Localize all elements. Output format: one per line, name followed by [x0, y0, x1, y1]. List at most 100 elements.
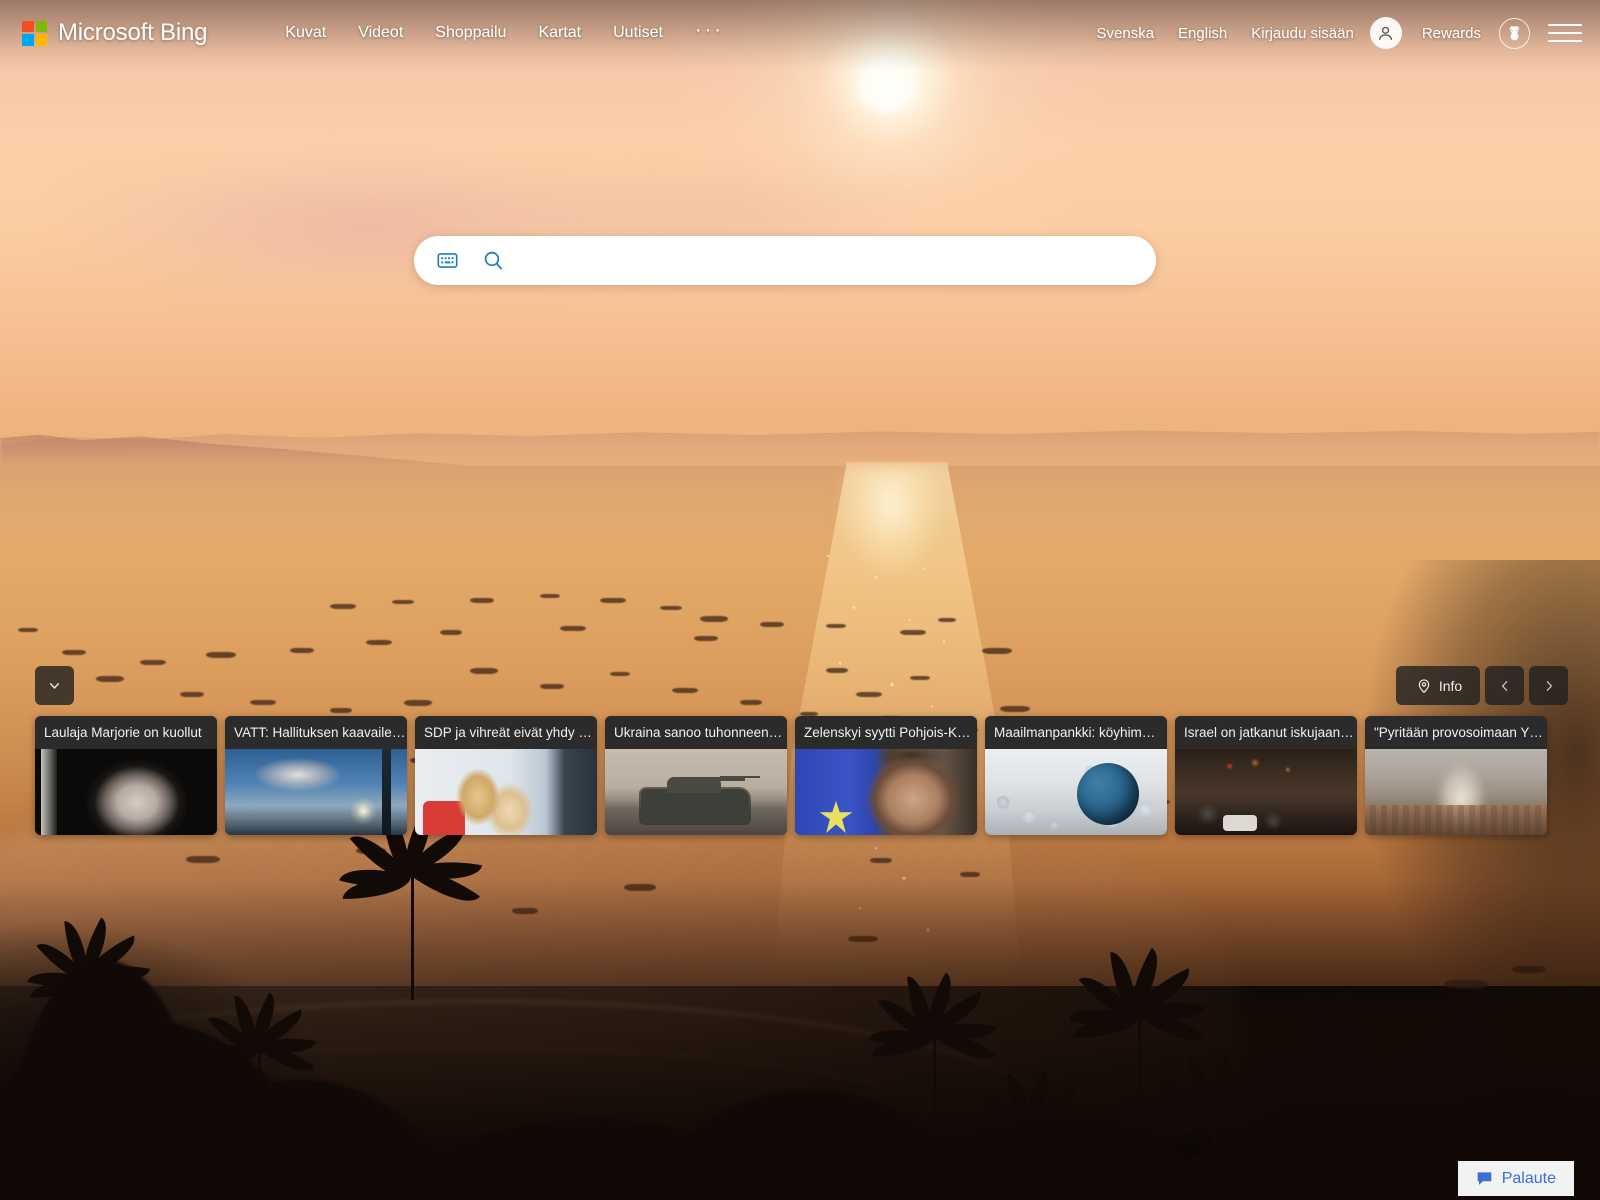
- previous-image-button[interactable]: [1485, 666, 1524, 705]
- hamburger-menu-icon[interactable]: [1548, 18, 1582, 48]
- boat: [440, 630, 462, 635]
- nav-news[interactable]: Uutiset: [597, 18, 679, 48]
- news-card[interactable]: Ukraina sanoo tuhonneen…: [605, 716, 787, 835]
- boat: [660, 606, 682, 610]
- chevron-right-icon: [1546, 680, 1552, 691]
- search-area: [414, 236, 1156, 285]
- boat: [140, 660, 166, 665]
- brand-logo[interactable]: Microsoft Bing: [22, 19, 207, 47]
- palm-tree: [868, 972, 998, 1130]
- boat: [700, 616, 728, 622]
- image-controls: Info: [1396, 666, 1568, 705]
- news-card[interactable]: Maailmanpankki: köyhim…: [985, 716, 1167, 835]
- site-header: Microsoft Bing Kuvat Videot Shoppailu Karta…: [0, 0, 1600, 66]
- boat: [366, 640, 392, 645]
- boat: [96, 676, 124, 682]
- news-card-thumbnail: [985, 749, 1167, 835]
- lang-svenska[interactable]: Svenska: [1085, 19, 1167, 48]
- news-card[interactable]: Zelenskyi syytti Pohjois-K…: [795, 716, 977, 835]
- boat: [610, 672, 630, 676]
- boat: [826, 668, 848, 673]
- boat: [470, 598, 494, 603]
- search-input[interactable]: [516, 236, 1156, 285]
- boat: [900, 630, 926, 635]
- news-card-title: SDP ja vihreät eivät yhdy …: [415, 716, 597, 749]
- boat: [540, 594, 560, 598]
- boat: [404, 700, 432, 706]
- news-card-title: VATT: Hallituksen kaavaile…: [225, 716, 407, 749]
- boat: [856, 692, 882, 697]
- palm-tree: [339, 805, 483, 1000]
- info-label: Info: [1438, 677, 1463, 694]
- news-card[interactable]: Israel on jatkanut iskujaan…: [1175, 716, 1357, 835]
- microsoft-logo-icon: [22, 20, 47, 46]
- news-card[interactable]: VATT: Hallituksen kaavaile…: [225, 716, 407, 835]
- news-card-thumbnail: [795, 749, 977, 835]
- boat: [470, 668, 498, 674]
- feedback-label: Palaute: [1501, 1169, 1556, 1187]
- nav-maps[interactable]: Kartat: [522, 18, 597, 48]
- collapse-news-button[interactable]: [35, 666, 74, 705]
- boat: [180, 692, 204, 697]
- boat: [938, 618, 956, 622]
- info-button[interactable]: Info: [1396, 666, 1480, 705]
- feedback-button[interactable]: Palaute: [1457, 1161, 1574, 1196]
- keyboard-icon[interactable]: [424, 249, 470, 272]
- chevron-left-icon: [1501, 680, 1507, 691]
- news-card-title: Maailmanpankki: köyhim…: [985, 716, 1167, 749]
- search-icon[interactable]: [470, 249, 516, 272]
- person-avatar-icon[interactable]: [1369, 17, 1402, 49]
- main-navigation: Kuvat Videot Shoppailu Kartat Uutiset ···: [269, 18, 740, 48]
- boat: [290, 648, 314, 653]
- location-pin-icon: [1418, 678, 1430, 693]
- palm-tree: [1068, 947, 1207, 1130]
- header-right-controls: Svenska English Kirjaudu sisään Rewards: [1085, 17, 1582, 49]
- news-card-thumbnail: [1175, 749, 1357, 835]
- news-card[interactable]: Laulaja Marjorie on kuollut: [35, 716, 217, 835]
- boat: [250, 700, 276, 705]
- news-card[interactable]: "Pyritään provosoimaan Y…: [1365, 716, 1547, 835]
- boat: [330, 604, 356, 609]
- news-card-thumbnail: [225, 749, 407, 835]
- nav-shopping[interactable]: Shoppailu: [419, 18, 522, 48]
- boat: [1000, 706, 1030, 712]
- boat: [826, 624, 846, 628]
- news-card-title: Ukraina sanoo tuhonneen…: [605, 716, 787, 749]
- news-card-thumbnail: [605, 749, 787, 835]
- next-image-button[interactable]: [1529, 666, 1568, 705]
- boat: [392, 600, 414, 604]
- background-image: [0, 0, 1600, 1200]
- boat: [600, 598, 626, 603]
- boat: [62, 650, 86, 655]
- boat: [740, 700, 762, 705]
- brand-name: Microsoft Bing: [58, 19, 208, 46]
- boat: [330, 708, 352, 713]
- search-box[interactable]: [414, 236, 1156, 285]
- speech-bubble-icon: [1477, 1172, 1492, 1185]
- news-card[interactable]: SDP ja vihreät eivät yhdy …: [415, 716, 597, 835]
- nav-images[interactable]: Kuvat: [269, 18, 342, 48]
- boat: [982, 648, 1012, 654]
- rewards-link[interactable]: Rewards: [1410, 19, 1493, 48]
- boat: [540, 684, 564, 689]
- boat: [910, 676, 930, 680]
- news-card-thumbnail: [1365, 749, 1547, 835]
- boat: [18, 628, 38, 632]
- sign-in-link[interactable]: Kirjaudu sisään: [1239, 19, 1366, 48]
- news-card-thumbnail: [35, 749, 217, 835]
- news-card-thumbnail: [415, 749, 597, 835]
- lang-english[interactable]: English: [1166, 19, 1239, 48]
- news-card-title: Israel on jatkanut iskujaan…: [1175, 716, 1357, 749]
- news-card-title: Laulaja Marjorie on kuollut: [35, 716, 217, 749]
- nav-overflow-menu[interactable]: ···: [679, 19, 740, 48]
- boat: [206, 652, 236, 658]
- boat: [760, 622, 784, 627]
- news-carousel: Laulaja Marjorie on kuollut VATT: Hallitu…: [35, 716, 1547, 835]
- nav-videos[interactable]: Videot: [342, 18, 419, 48]
- boat: [870, 858, 892, 863]
- boat: [694, 636, 718, 641]
- boat: [560, 626, 586, 631]
- news-card-title: "Pyritään provosoimaan Y…: [1365, 716, 1547, 749]
- boat: [672, 688, 698, 693]
- rewards-medal-icon[interactable]: [1499, 17, 1530, 49]
